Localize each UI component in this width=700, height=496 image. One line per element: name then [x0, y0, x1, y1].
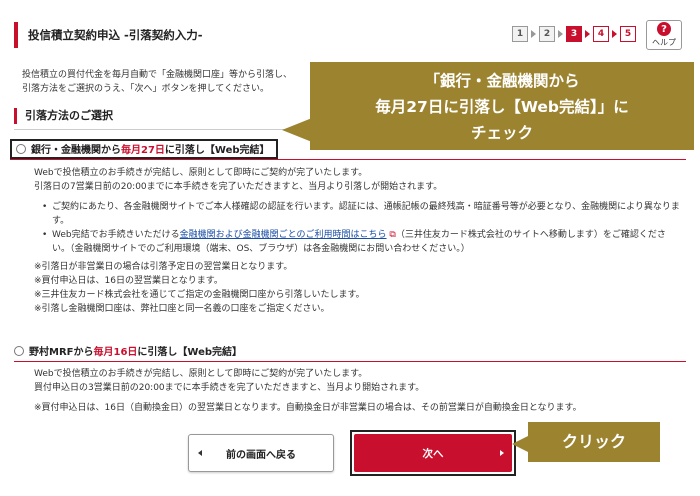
bank-hours-link[interactable]: 金融機関および金融機関ごとのご利用時間はこちら	[180, 230, 387, 240]
option-bank-label-date: 毎月27日	[121, 145, 165, 156]
option-bank-note-1: ※引落日が非営業日の場合は引落予定日の翌営業日となります。	[34, 262, 293, 272]
option-mrf-note-1: ※買付申込日は、16日（自動換金日）の翌営業日となります。自動換金日が非営業日の…	[34, 403, 582, 413]
external-link-icon[interactable]: ⧉	[387, 230, 395, 240]
option-bank-bullets: ご契約にあたり、各金融機関サイトでご本人様確認の認証を行います。認証には、通帳記…	[42, 200, 682, 256]
arrow-left-icon	[198, 450, 202, 456]
intro-line-1: 投信積立の買付代金を毎月自動で「金融機関口座」等から引落し、	[22, 70, 293, 80]
option-bank-radio[interactable]	[16, 143, 26, 154]
callout-select-instruction: 「銀行・金融機関から 毎月27日に引落し【Web完結】」に チェック	[310, 62, 694, 150]
callout-select-line-3: チェック	[470, 124, 533, 142]
option-bank-label-pre: 銀行・金融機関から	[31, 145, 121, 156]
option-mrf-text-1: Webで投信積立のお手続きが完結し、原則として即時にご契約が完了いたします。	[34, 369, 368, 379]
arrow-right-icon	[500, 450, 504, 456]
option-bank-label-post: に引落し【Web完結】	[164, 145, 270, 156]
step-arrow-icon	[558, 30, 563, 38]
option-bank-note-2: ※買付申込日は、16日の翌営業日となります。	[34, 276, 223, 286]
intro-line-2: 引落方法をご選択のうえ、「次へ」ボタンを押してください。	[22, 84, 269, 94]
option-mrf-label-post: に引落し【Web完結】	[137, 347, 243, 358]
option-mrf-label-pre: 野村MRFから	[29, 347, 94, 358]
page-title: 投信積立契約申込 -引落契約入力-	[14, 22, 274, 48]
option-bank-text-1: Webで投信積立のお手続きが完結し、原則として即時にご契約が完了いたします。	[34, 168, 368, 178]
option-mrf-text-2: 買付申込日の3営業日前の20:00までに本手続きを完了いただきますと、当月より開…	[34, 383, 425, 393]
option-mrf-label-date: 毎月16日	[93, 347, 138, 358]
help-label: ヘルプ	[652, 38, 676, 47]
option-bank-note-3: ※三井住友カード株式会社を通じてご指定の金融機関口座から引落しいたします。	[34, 290, 365, 300]
section-heading: 引落方法のご選択	[14, 108, 113, 124]
option-bank-note-4: ※引落し金融機関口座は、弊社口座と同一名義の口座をご指定ください。	[34, 304, 330, 314]
step-indicator: 1 2 3 4 5	[512, 26, 636, 42]
callout-select-line-1: 「銀行・金融機関から	[424, 72, 580, 90]
callout-select-line-2: 毎月27日に引落し【Web完結】」に	[375, 98, 629, 116]
option-bank-bullet-2: Web完結でお手続きいただける金融機関および金融機関ごとのご利用時間はこちら ⧉…	[42, 228, 682, 256]
next-button[interactable]: 次へ	[354, 434, 512, 472]
option-bank-highlight[interactable]: 銀行・金融機関から 毎月27日 に引落し【Web完結】	[10, 138, 278, 159]
step-5: 5	[620, 26, 636, 42]
intro-text: 投信積立の買付代金を毎月自動で「金融機関口座」等から引落し、 引落方法をご選択の…	[22, 68, 312, 96]
option-bank-details: Webで投信積立のお手続きが完結し、原則として即時にご契約が完了いたします。 引…	[34, 166, 682, 316]
step-arrow-icon	[531, 30, 536, 38]
step-4: 4	[593, 26, 609, 42]
back-button[interactable]: 前の画面へ戻る	[188, 434, 334, 472]
option-mrf-row[interactable]: 野村MRFから 毎月16日 に引落し【Web完結】	[14, 340, 686, 362]
step-arrow-icon	[585, 30, 590, 38]
question-icon: ?	[657, 22, 671, 36]
option-mrf-details: Webで投信積立のお手続きが完結し、原則として即時にご契約が完了いたします。 買…	[34, 367, 682, 415]
step-2: 2	[539, 26, 555, 42]
option-bank-bullet-1: ご契約にあたり、各金融機関サイトでご本人様確認の認証を行います。認証には、通帳記…	[42, 200, 682, 228]
help-button[interactable]: ? ヘルプ	[646, 20, 682, 50]
step-arrow-icon	[612, 30, 617, 38]
step-3-current: 3	[566, 26, 582, 42]
back-button-label: 前の画面へ戻る	[226, 449, 296, 461]
bullet2-pre: Web完結でお手続きいただける	[52, 230, 180, 240]
option-bank-text-2: 引落日の7営業日前の20:00までに本手続きを完了いただきますと、当月より引落し…	[34, 182, 443, 192]
callout-click-instruction: クリック	[528, 422, 660, 462]
section-divider	[14, 129, 286, 130]
step-1: 1	[512, 26, 528, 42]
callout-pointer	[282, 118, 312, 142]
callout-pointer	[512, 436, 528, 452]
next-button-label: 次へ	[422, 447, 444, 460]
option-mrf-radio[interactable]	[14, 345, 24, 356]
